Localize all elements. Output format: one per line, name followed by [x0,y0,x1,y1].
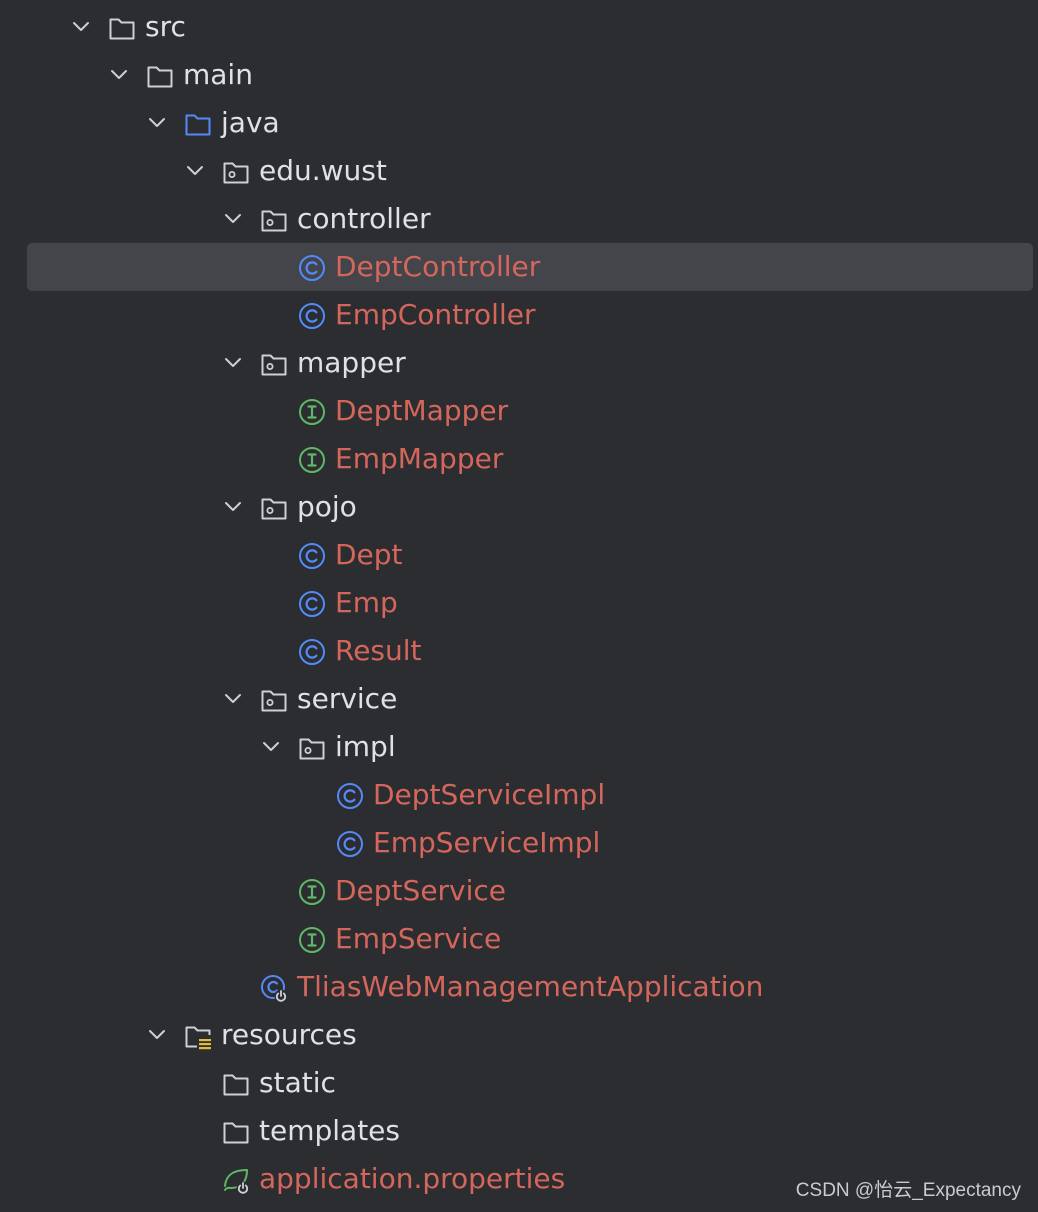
tree-item-label: Result [335,634,422,667]
interface-icon [298,878,326,906]
tree-item-deptserviceimpl[interactable]: DeptServiceImpl [0,771,1038,819]
tree-item-label: EmpController [335,298,536,331]
tree-item-label: Dept [335,538,403,571]
tree-item-label: controller [297,202,431,235]
tree-item-label: DeptController [335,250,541,283]
tree-item-label: application.properties [259,1162,566,1195]
tree-item-templates[interactable]: templates [0,1107,1038,1155]
tree-item-label: templates [259,1114,400,1147]
watermark: CSDN @怡云_Expectancy [795,1180,1021,1201]
tree-item-static[interactable]: static [0,1059,1038,1107]
chevron-down-icon[interactable] [221,207,245,231]
interface-icon [298,926,326,954]
project-tree: src main java edu.wust controller DeptControl… [0,3,1038,1203]
class-icon [298,302,326,330]
interface-icon [298,446,326,474]
tree-item-label: DeptServiceImpl [373,778,606,811]
interface-icon [298,398,326,426]
tree-item-deptservice[interactable]: DeptService [0,867,1038,915]
tree-item-label: mapper [297,346,406,379]
chevron-down-icon[interactable] [107,63,131,87]
folder-icon [108,14,136,42]
folder-icon [222,1118,250,1146]
tree-item-edu-wust[interactable]: edu.wust [0,147,1038,195]
source-folder-icon [184,110,212,138]
tree-item-label: EmpService [335,922,502,955]
package-icon [260,494,288,522]
tree-item-deptmapper[interactable]: DeptMapper [0,387,1038,435]
tree-item-label: DeptMapper [335,394,509,427]
tree-item-label: impl [335,730,396,763]
tree-item-label: main [183,58,253,91]
class-icon [298,542,326,570]
tree-item-controller[interactable]: controller [0,195,1038,243]
tree-item-empmapper[interactable]: EmpMapper [0,435,1038,483]
package-icon [260,350,288,378]
package-icon [260,686,288,714]
class-icon [298,254,326,282]
tree-item-label: edu.wust [259,154,387,187]
tree-item-empcontroller[interactable]: EmpController [0,291,1038,339]
tree-item-label: src [145,10,186,43]
chevron-down-icon[interactable] [183,159,207,183]
chevron-down-icon[interactable] [145,1023,169,1047]
tree-item-src[interactable]: src [0,3,1038,51]
tree-item-label: EmpMapper [335,442,504,475]
tree-item-service[interactable]: service [0,675,1038,723]
tree-item-label: resources [221,1018,357,1051]
tree-item-deptcontroller[interactable]: DeptController [0,243,1038,291]
tree-item-main[interactable]: main [0,51,1038,99]
class-icon [298,590,326,618]
chevron-down-icon[interactable] [221,495,245,519]
tree-item-mapper[interactable]: mapper [0,339,1038,387]
chevron-down-icon[interactable] [259,735,283,759]
tree-item-label: service [297,682,398,715]
tree-item-java[interactable]: java [0,99,1038,147]
tree-item-label: EmpServiceImpl [373,826,601,859]
tree-item-label: DeptService [335,874,507,907]
class-icon [336,830,364,858]
tree-item-label: TliasWebManagementApplication [297,970,764,1003]
tree-item-label: static [259,1066,336,1099]
tree-item-tliaswebmanagementapplication[interactable]: TliasWebManagementApplication [0,963,1038,1011]
tree-item-label: pojo [297,490,357,523]
tree-item-empserviceimpl[interactable]: EmpServiceImpl [0,819,1038,867]
folder-icon [222,1070,250,1098]
package-icon [260,206,288,234]
tree-item-label: Emp [335,586,398,619]
spring-properties-icon [222,1166,250,1195]
class-icon [336,782,364,810]
folder-icon [146,62,174,90]
package-icon [222,158,250,186]
tree-item-empservice[interactable]: EmpService [0,915,1038,963]
class-icon [298,638,326,666]
tree-item-emp[interactable]: Emp [0,579,1038,627]
tree-item-result[interactable]: Result [0,627,1038,675]
package-icon [298,734,326,762]
chevron-down-icon[interactable] [221,351,245,375]
tree-item-resources[interactable]: resources [0,1011,1038,1059]
chevron-down-icon[interactable] [221,687,245,711]
spring-boot-application-icon [260,974,288,1003]
tree-item-dept[interactable]: Dept [0,531,1038,579]
tree-item-label: java [221,106,280,139]
tree-item-impl[interactable]: impl [0,723,1038,771]
chevron-down-icon[interactable] [145,111,169,135]
chevron-down-icon[interactable] [69,15,93,39]
resources-folder-icon [184,1022,212,1050]
tree-item-pojo[interactable]: pojo [0,483,1038,531]
